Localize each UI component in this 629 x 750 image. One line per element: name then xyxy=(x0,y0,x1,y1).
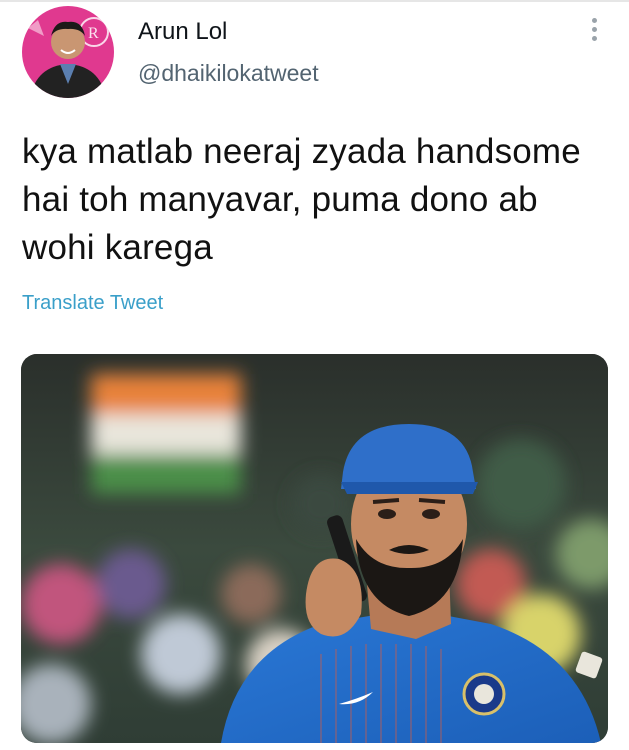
translate-tweet-link[interactable]: Translate Tweet xyxy=(22,292,163,315)
author-handle[interactable]: @dhaikilokatweet xyxy=(138,60,319,87)
svg-text:R: R xyxy=(88,25,99,42)
avatar[interactable]: R xyxy=(22,6,114,98)
top-divider xyxy=(0,0,629,2)
more-options-button[interactable] xyxy=(585,18,603,48)
vertical-ellipsis-icon xyxy=(585,18,603,41)
author-name[interactable]: Arun Lol xyxy=(138,18,227,46)
tweet-text: kya matlab neeraj zyada handsome hai toh… xyxy=(22,132,581,267)
tweet-media-image[interactable] xyxy=(21,354,608,743)
